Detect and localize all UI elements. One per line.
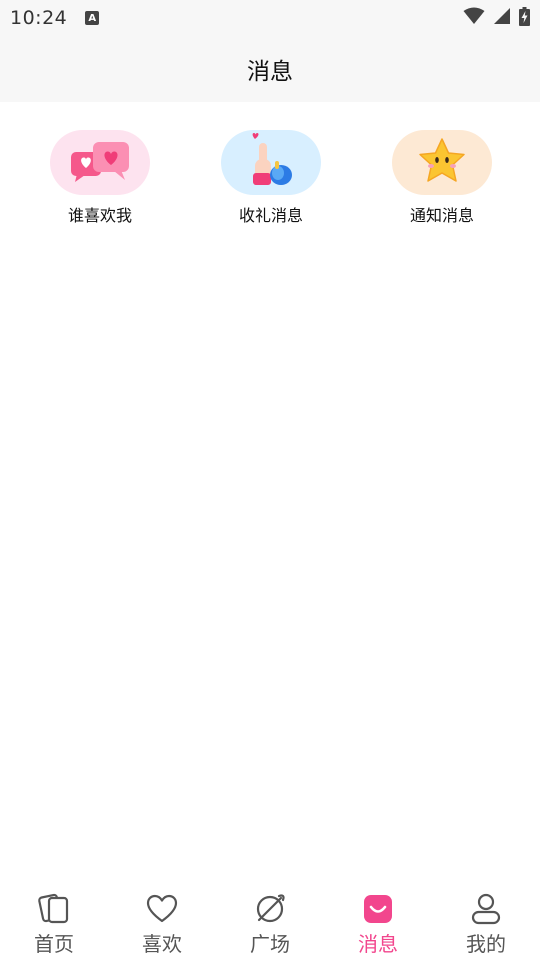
- gift-hand-icon: [243, 131, 299, 195]
- nav-home[interactable]: 首页: [0, 880, 108, 960]
- heart-icon: [145, 892, 179, 926]
- status-time: 10:24: [10, 7, 68, 29]
- nav-likes[interactable]: 喜欢: [108, 880, 216, 960]
- who-likes-me-shortcut[interactable]: 谁喜欢我: [40, 130, 160, 226]
- hearts-chat-icon: [67, 134, 133, 192]
- signal-icon: [493, 7, 511, 29]
- nav-label: 我的: [466, 932, 506, 956]
- nav-label: 广场: [250, 932, 290, 956]
- notification-messages-bubble: [392, 130, 492, 195]
- notification-messages-shortcut[interactable]: 通知消息: [382, 130, 502, 226]
- message-smile-icon: [361, 892, 395, 926]
- message-shortcuts: 谁喜欢我 收礼消息 通知消息: [0, 130, 540, 230]
- gift-messages-bubble: [221, 130, 321, 195]
- keyboard-indicator-icon: A: [85, 11, 100, 25]
- nav-square[interactable]: 广场: [216, 880, 324, 960]
- gift-messages-shortcut[interactable]: 收礼消息: [211, 130, 331, 226]
- nav-profile[interactable]: 我的: [432, 880, 540, 960]
- wifi-icon: [463, 7, 485, 29]
- nav-messages[interactable]: 消息: [324, 880, 432, 960]
- status-bar: 10:24 A: [0, 0, 540, 36]
- cards-icon: [37, 892, 71, 926]
- shortcut-label: 谁喜欢我: [67, 206, 132, 225]
- nav-label: 首页: [34, 932, 74, 956]
- person-icon: [469, 892, 503, 926]
- app-header: 消息: [0, 36, 540, 102]
- nav-label: 消息: [358, 932, 398, 956]
- star-icon: [416, 136, 468, 190]
- status-icons: [463, 6, 530, 30]
- page-title: 消息: [247, 59, 293, 85]
- battery-charging-icon: [519, 6, 530, 30]
- shortcut-label: 通知消息: [409, 206, 474, 225]
- who-likes-me-bubble: [50, 130, 150, 195]
- bottom-nav: 首页 喜欢 广场 消息 我的: [0, 880, 540, 960]
- nav-label: 喜欢: [142, 932, 182, 956]
- planet-icon: [253, 892, 287, 926]
- shortcut-label: 收礼消息: [238, 206, 303, 225]
- messages-screen: 10:24 A 消息 谁喜欢我 收礼消息 通知消息 首页 喜欢 广场 消息 我的: [0, 0, 540, 960]
